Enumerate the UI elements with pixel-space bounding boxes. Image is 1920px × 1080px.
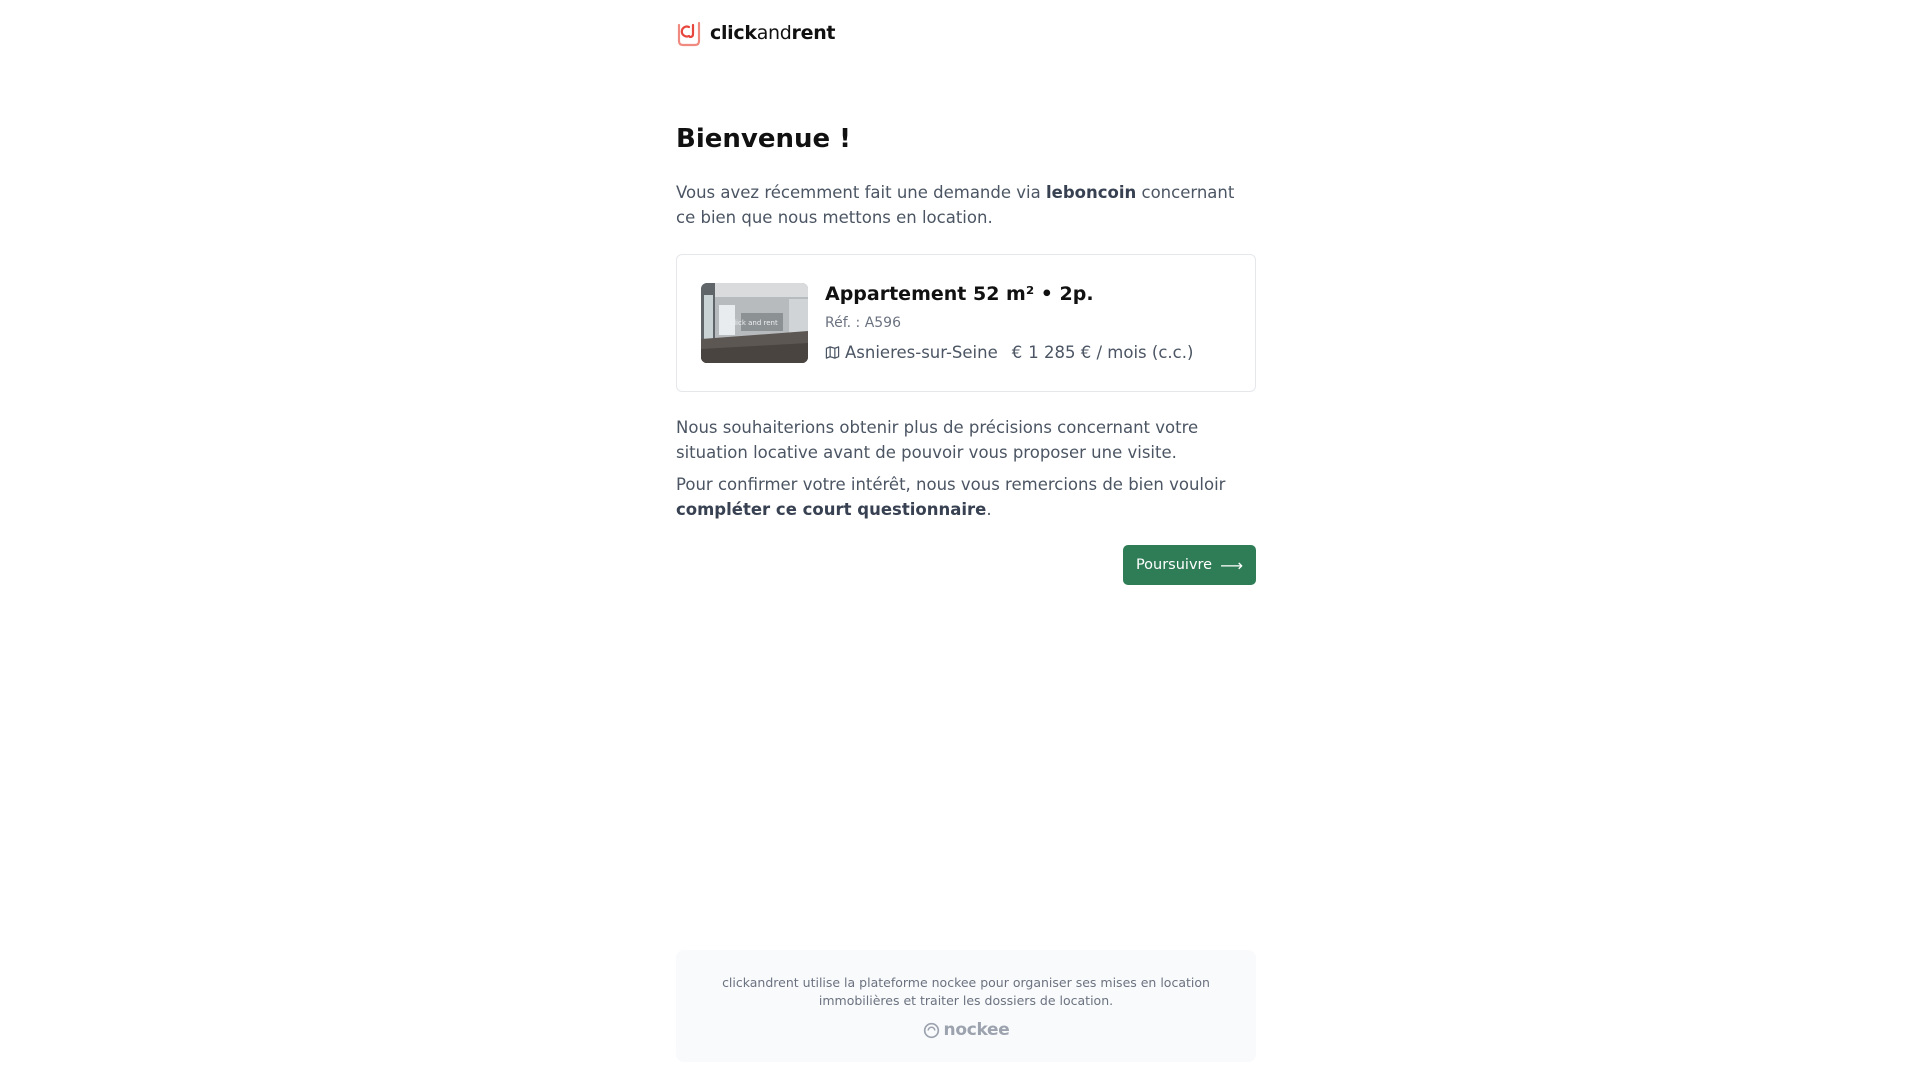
svg-text:click and rent: click and rent <box>730 319 778 327</box>
details-text: Nous souhaiterions obtenir plus de préci… <box>676 418 1199 462</box>
listing-card: click and rent Appartement 52 m² • 2p. R… <box>676 254 1256 392</box>
questionnaire-label: compléter ce court questionnaire <box>676 500 987 519</box>
listing-city: Asnieres-sur-Seine <box>845 343 998 362</box>
brand-name: clickandrent <box>710 22 836 44</box>
intro-text: Vous avez récemment fait une demande via… <box>676 183 1235 227</box>
clickandrent-logo-icon <box>677 21 701 47</box>
listing-price: 1 285 € / mois (c.c.) <box>1028 343 1194 362</box>
brand-logo[interactable]: clickandrent <box>676 18 836 48</box>
listing-ref: Réf. : A596 <box>825 315 901 331</box>
page-title: Bienvenue ! <box>676 124 852 154</box>
map-icon <box>825 346 840 359</box>
footer-text: clickandrent utilise la plateforme nocke… <box>722 975 1210 1008</box>
continue-button[interactable]: Poursuivre ⟶ <box>1123 545 1256 585</box>
listing-photo: click and rent <box>701 283 808 363</box>
leboncoin-label: leboncoin <box>1045 183 1137 202</box>
euro-icon: € <box>1011 343 1023 362</box>
footer: clickandrent utilise la plateforme nocke… <box>676 950 1256 1062</box>
listing-meta: Asnieres-sur-Seine € 1 285 € / mois (c.c… <box>825 343 1193 362</box>
confirm-text: Pour confirmer votre intérêt, nous vous … <box>676 475 1226 519</box>
arrow-right-icon: ⟶ <box>1220 555 1244 575</box>
nockee-logo[interactable]: nockee <box>676 1020 1256 1040</box>
nockee-logo-icon <box>923 1022 939 1038</box>
continue-button-label: Poursuivre <box>1135 557 1213 573</box>
nockee-logo-text: nockee <box>943 1020 1010 1040</box>
listing-title[interactable]: Appartement 52 m² • 2p. <box>825 283 1094 305</box>
